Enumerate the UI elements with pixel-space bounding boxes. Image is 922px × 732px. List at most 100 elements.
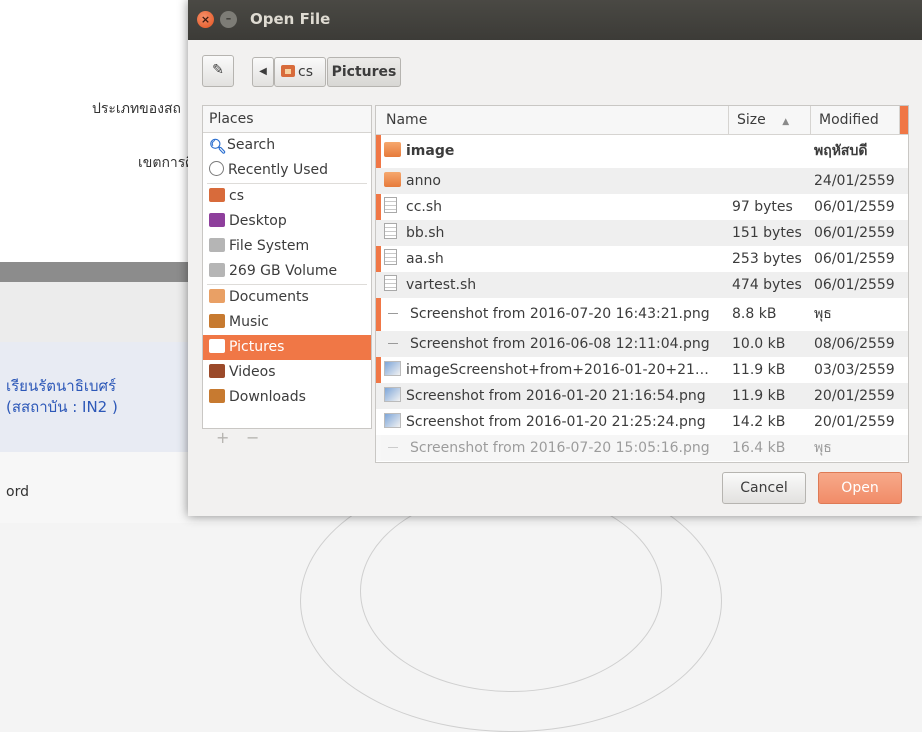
file-name: image [384, 135, 724, 168]
cancel-button[interactable]: Cancel [722, 472, 806, 504]
column-size[interactable]: Size ▲ [728, 106, 810, 134]
place-label: Downloads [229, 389, 306, 405]
file-row[interactable]: anno 24/01/2559 [376, 168, 908, 194]
remove-bookmark-button[interactable]: − [246, 428, 259, 447]
place-search[interactable]: 🔍︎Search [203, 133, 371, 158]
footer-label: ord [6, 484, 29, 500]
add-bookmark-button[interactable]: + [216, 428, 229, 447]
file-name: Screenshot from 2016-06-08 12:11:04.png [384, 331, 724, 357]
place-label: Recently Used [228, 162, 329, 178]
file-size: 11.9 kB [732, 362, 786, 378]
text-file-icon [384, 249, 397, 265]
place-label: 269 GB Volume [229, 263, 338, 279]
thumbnail-icon [388, 313, 398, 314]
file-row[interactable]: Screenshot from 2016-06-08 12:11:04.png 1… [376, 331, 908, 357]
place-videos[interactable]: Videos [203, 360, 371, 385]
home-folder-icon [281, 65, 295, 77]
image-file-icon [384, 413, 401, 428]
header-accent [899, 106, 908, 134]
place-documents[interactable]: Documents [203, 285, 371, 310]
file-name: Screenshot from 2016-01-20 21:25:24.png [384, 409, 724, 435]
file-row[interactable]: cc.sh 97 bytes 06/01/2559 [376, 194, 908, 220]
file-name-text: Screenshot from 2016-01-20 21:16:54.png [406, 388, 706, 404]
place-recently-used[interactable]: Recently Used [203, 158, 371, 183]
file-name-text: image [406, 143, 455, 159]
place-pictures[interactable]: Pictures [203, 335, 371, 360]
thumbnail-icon [388, 343, 398, 344]
breadcrumb-pictures[interactable]: Pictures [327, 57, 401, 87]
file-modified: 20/01/2559 [814, 414, 895, 430]
file-name: cc.sh [384, 194, 724, 220]
place-label: cs [229, 188, 244, 204]
file-name-text: anno [406, 173, 441, 189]
area-label: เขตการศึ [138, 155, 195, 171]
place-label: Search [227, 137, 276, 153]
file-row[interactable]: vartest.sh 474 bytes 06/01/2559 [376, 272, 908, 298]
minimize-window-button[interactable]: – [220, 11, 237, 28]
places-sidebar: Places 🔍︎Search Recently Used cs Desktop… [202, 105, 372, 429]
watermark-ring [360, 490, 662, 692]
column-name[interactable]: Name [376, 106, 732, 134]
file-size [732, 135, 810, 168]
file-row[interactable]: image พฤหัสบดี [376, 135, 908, 168]
file-row[interactable]: imageScreenshot+from+2016-01-20+21… 11.9 … [376, 357, 908, 383]
file-row[interactable]: aa.sh 253 bytes 06/01/2559 [376, 246, 908, 272]
file-size: 253 bytes [732, 251, 802, 267]
file-modified: 24/01/2559 [814, 173, 895, 189]
place-volume[interactable]: 269 GB Volume [203, 259, 371, 284]
place-cs[interactable]: cs [203, 184, 371, 209]
file-name: aa.sh [384, 246, 724, 272]
file-size: 16.4 kB [732, 440, 786, 456]
folder-icon [384, 142, 401, 157]
file-list-header: Name Size ▲ Modified [376, 106, 908, 135]
folder-icon [384, 172, 401, 187]
breadcrumb-scroll-left-button[interactable]: ◀ [252, 57, 274, 87]
file-row[interactable]: Screenshot from 2016-07-20 15:05:16.png 1… [376, 435, 908, 461]
pictures-folder-icon [209, 339, 225, 353]
file-row[interactable]: Screenshot from 2016-07-20 16:43:21.png 8… [376, 298, 908, 331]
videos-folder-icon [209, 364, 225, 378]
close-window-button[interactable]: × [197, 11, 214, 28]
place-file-system[interactable]: File System [203, 234, 371, 259]
open-button[interactable]: Open [818, 472, 902, 504]
image-file-icon [384, 361, 401, 376]
org-code[interactable]: (สสถาบัน : IN2 ) [6, 395, 118, 419]
text-file-icon [384, 197, 397, 213]
text-file-icon [384, 275, 397, 291]
file-modified: 08/06/2559 [814, 336, 895, 352]
image-file-icon [384, 387, 401, 402]
file-name-text: Screenshot from 2016-01-20 21:25:24.png [406, 414, 706, 430]
documents-folder-icon [209, 289, 225, 303]
file-row[interactable]: Screenshot from 2016-01-20 21:25:24.png 1… [376, 409, 908, 435]
file-name: Screenshot from 2016-01-20 21:16:54.png [384, 383, 724, 409]
place-label: Videos [229, 364, 276, 380]
column-modified[interactable]: Modified [810, 106, 908, 134]
place-label: Pictures [229, 339, 285, 355]
place-label: Documents [229, 289, 309, 305]
clock-icon [209, 161, 224, 176]
file-modified: 06/01/2559 [814, 199, 895, 215]
file-modified: 03/03/2559 [814, 362, 895, 378]
file-name-text: Screenshot from 2016-06-08 12:11:04.png [410, 336, 710, 352]
file-name-text: bb.sh [406, 225, 445, 241]
breadcrumb-cs[interactable]: cs [274, 57, 326, 87]
file-size: 11.9 kB [732, 388, 786, 404]
file-modified: 06/01/2559 [814, 251, 895, 267]
file-row[interactable]: bb.sh 151 bytes 06/01/2559 [376, 220, 908, 246]
place-music[interactable]: Music [203, 310, 371, 335]
music-folder-icon [209, 314, 225, 328]
type-label: ประเภทของสถ [92, 101, 182, 117]
type-location-button[interactable]: ✎ [202, 55, 234, 87]
place-desktop[interactable]: Desktop [203, 209, 371, 234]
file-modified: พุธ [814, 306, 832, 322]
place-downloads[interactable]: Downloads [203, 385, 371, 410]
file-name-text: Screenshot from 2016-07-20 15:05:16.png [410, 440, 710, 456]
file-name-text: vartest.sh [406, 277, 477, 293]
file-size: 14.2 kB [732, 414, 786, 430]
file-modified: พฤหัสบดี [814, 143, 868, 159]
file-modified: พุธ [814, 440, 832, 456]
file-name-text: cc.sh [406, 199, 443, 215]
file-size: 474 bytes [732, 277, 802, 293]
file-row[interactable]: Screenshot from 2016-01-20 21:16:54.png 1… [376, 383, 908, 409]
file-modified: 06/01/2559 [814, 277, 895, 293]
